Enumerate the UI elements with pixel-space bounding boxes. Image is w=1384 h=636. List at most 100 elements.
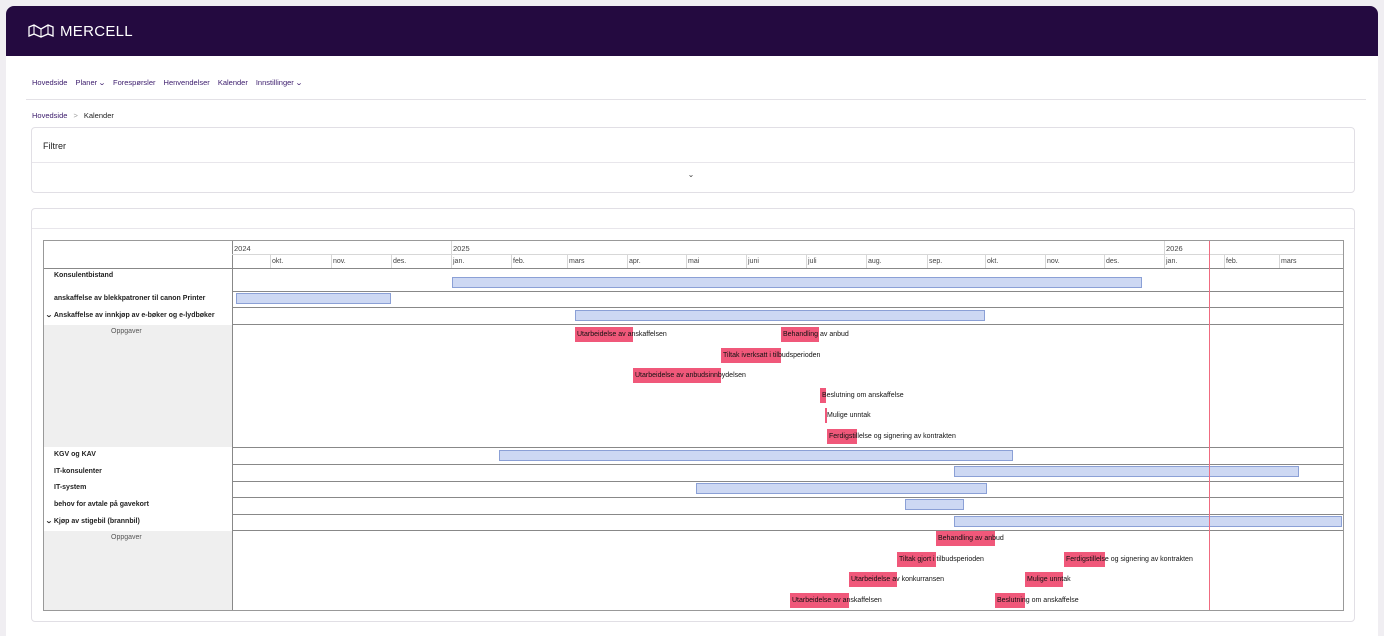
month-tick bbox=[1104, 254, 1105, 268]
task-item[interactable]: Ferdigstillelse og signering av kontrakt… bbox=[1064, 552, 1193, 567]
nav-innstillinger[interactable]: Innstillinger ⌄ bbox=[255, 78, 303, 87]
month-label: juni bbox=[748, 258, 759, 265]
month-label: okt. bbox=[272, 258, 284, 265]
task-item[interactable]: Mulige unntak bbox=[1025, 572, 1071, 587]
month-tick bbox=[686, 254, 687, 268]
project-bar[interactable] bbox=[499, 450, 1013, 461]
project-bar[interactable] bbox=[696, 483, 987, 494]
nav-hovedside[interactable]: Hovedside bbox=[32, 78, 67, 87]
row-divider bbox=[232, 464, 1343, 465]
row-label[interactable]: IT-system bbox=[54, 484, 86, 491]
row-divider bbox=[232, 530, 1343, 531]
divider bbox=[32, 162, 1354, 163]
row-divider bbox=[232, 481, 1343, 482]
nav-label: Henvendelser bbox=[163, 78, 210, 87]
nav-label: Innstillinger bbox=[255, 78, 294, 87]
month-label: jan. bbox=[453, 258, 465, 265]
month-tick bbox=[567, 254, 568, 268]
project-bar[interactable] bbox=[954, 516, 1342, 527]
row-divider bbox=[232, 514, 1343, 515]
filter-title: Filtrer bbox=[43, 141, 66, 151]
project-bar[interactable] bbox=[905, 499, 964, 510]
logo[interactable]: MERCELL bbox=[28, 20, 133, 42]
task-item[interactable]: Tiltak iverksatt i tilbudsperioden bbox=[721, 348, 820, 363]
project-bar[interactable] bbox=[575, 310, 985, 321]
main-nav: Hovedside Planer ⌄ Forespørsler Henvendel… bbox=[32, 78, 310, 87]
row-label[interactable]: Konsulentbistand bbox=[54, 272, 113, 279]
month-tick bbox=[806, 254, 807, 268]
header-divider bbox=[44, 268, 1343, 269]
row-label[interactable]: IT-konsulenter bbox=[54, 468, 102, 475]
task-item[interactable]: Utarbeidelse av anskaffelsen bbox=[575, 327, 667, 342]
row-divider bbox=[232, 291, 1343, 292]
project-bar[interactable] bbox=[236, 293, 391, 304]
year-label: 2025 bbox=[453, 244, 470, 253]
month-label: des. bbox=[393, 258, 407, 265]
month-label: juli bbox=[808, 258, 817, 265]
month-label: sep. bbox=[929, 258, 943, 265]
task-label: Ferdigstillelse og signering av kontrakt… bbox=[1066, 556, 1193, 563]
month-label: mars bbox=[569, 258, 585, 265]
month-label: nov. bbox=[333, 258, 346, 265]
task-item[interactable]: Utarbeidelse av konkurransen bbox=[849, 572, 944, 587]
brand-name: MERCELL bbox=[60, 22, 133, 40]
month-label: feb. bbox=[1226, 258, 1238, 265]
row-label-expandable[interactable]: ⌄Anskaffelse av innkjøp av e-bøker og e-… bbox=[45, 311, 214, 319]
month-label: feb. bbox=[513, 258, 525, 265]
task-item[interactable]: Ferdigstillelse og signering av kontrakt… bbox=[827, 429, 956, 444]
chevron-down-icon[interactable]: ⌄ bbox=[683, 170, 699, 184]
breadcrumb-home[interactable]: Hovedside bbox=[32, 111, 67, 120]
month-tick bbox=[1045, 254, 1046, 268]
row-label-expandable[interactable]: ⌄Kjøp av stigebil (brannbil) bbox=[45, 517, 140, 525]
project-bar[interactable] bbox=[954, 466, 1299, 477]
nav-label: Kalender bbox=[217, 78, 248, 87]
month-label: jan. bbox=[1166, 258, 1178, 265]
project-bar[interactable] bbox=[452, 277, 1142, 288]
task-item[interactable]: Behandling av anbud bbox=[781, 327, 849, 342]
nav-foresporsler[interactable]: Forespørsler bbox=[113, 78, 156, 87]
task-label: Utarbeidelse av konkurransen bbox=[851, 576, 944, 583]
nav-label: Planer bbox=[75, 78, 98, 87]
row-label[interactable]: behov for avtale på gavekort bbox=[54, 501, 149, 508]
row-label[interactable]: KGV og KAV bbox=[54, 451, 96, 458]
mercell-logo-icon bbox=[28, 24, 54, 38]
task-item[interactable]: Tiltak gjort i tilbudsperioden bbox=[897, 552, 984, 567]
divider bbox=[26, 99, 1366, 100]
task-label: Utarbeidelse av anbudsinnbydelsen bbox=[635, 372, 746, 379]
month-tick bbox=[1164, 254, 1165, 268]
month-tick bbox=[451, 254, 452, 268]
month-tick bbox=[1224, 254, 1225, 268]
task-group-bg bbox=[44, 531, 232, 610]
task-item[interactable]: Mulige unntak bbox=[825, 408, 871, 423]
nav-henvendelser[interactable]: Henvendelser bbox=[164, 78, 210, 87]
year-label: 2026 bbox=[1166, 244, 1183, 253]
task-label: Utarbeidelse av anskaffelsen bbox=[792, 597, 882, 604]
nav-planer[interactable]: Planer ⌄ bbox=[75, 78, 107, 87]
nav-kalender[interactable]: Kalender bbox=[218, 78, 248, 87]
task-label: Beslutning om anskaffelse bbox=[997, 597, 1079, 604]
top-bar: MERCELL bbox=[6, 6, 1378, 56]
month-tick bbox=[511, 254, 512, 268]
row-divider bbox=[232, 497, 1343, 498]
month-label: aug. bbox=[868, 258, 882, 265]
row-label[interactable]: anskaffelse av blekkpatroner til canon P… bbox=[54, 295, 205, 302]
chevron-down-icon: ⌄ bbox=[97, 79, 107, 87]
task-item[interactable]: Beslutning om anskaffelse bbox=[820, 388, 904, 403]
month-tick bbox=[985, 254, 986, 268]
task-item[interactable]: Utarbeidelse av anskaffelsen bbox=[790, 593, 882, 608]
chevron-down-icon: ⌄ bbox=[45, 518, 53, 525]
task-item[interactable]: Utarbeidelse av anbudsinnbydelsen bbox=[633, 368, 746, 383]
filter-panel: Filtrer ⌄ bbox=[31, 127, 1355, 193]
task-item[interactable]: Behandling av anbud bbox=[936, 531, 1004, 546]
chevron-down-icon: ⌄ bbox=[45, 312, 53, 319]
row-divider bbox=[232, 447, 1343, 448]
tasks-label: Oppgaver bbox=[111, 534, 142, 541]
task-item[interactable]: Beslutning om anskaffelse bbox=[995, 593, 1079, 608]
today-marker bbox=[1209, 241, 1210, 610]
label-column-divider bbox=[232, 241, 233, 610]
month-tick bbox=[927, 254, 928, 268]
month-tick bbox=[1279, 254, 1280, 268]
year-label: 2024 bbox=[234, 244, 251, 253]
month-label: apr. bbox=[629, 258, 641, 265]
tasks-label: Oppgaver bbox=[111, 328, 142, 335]
